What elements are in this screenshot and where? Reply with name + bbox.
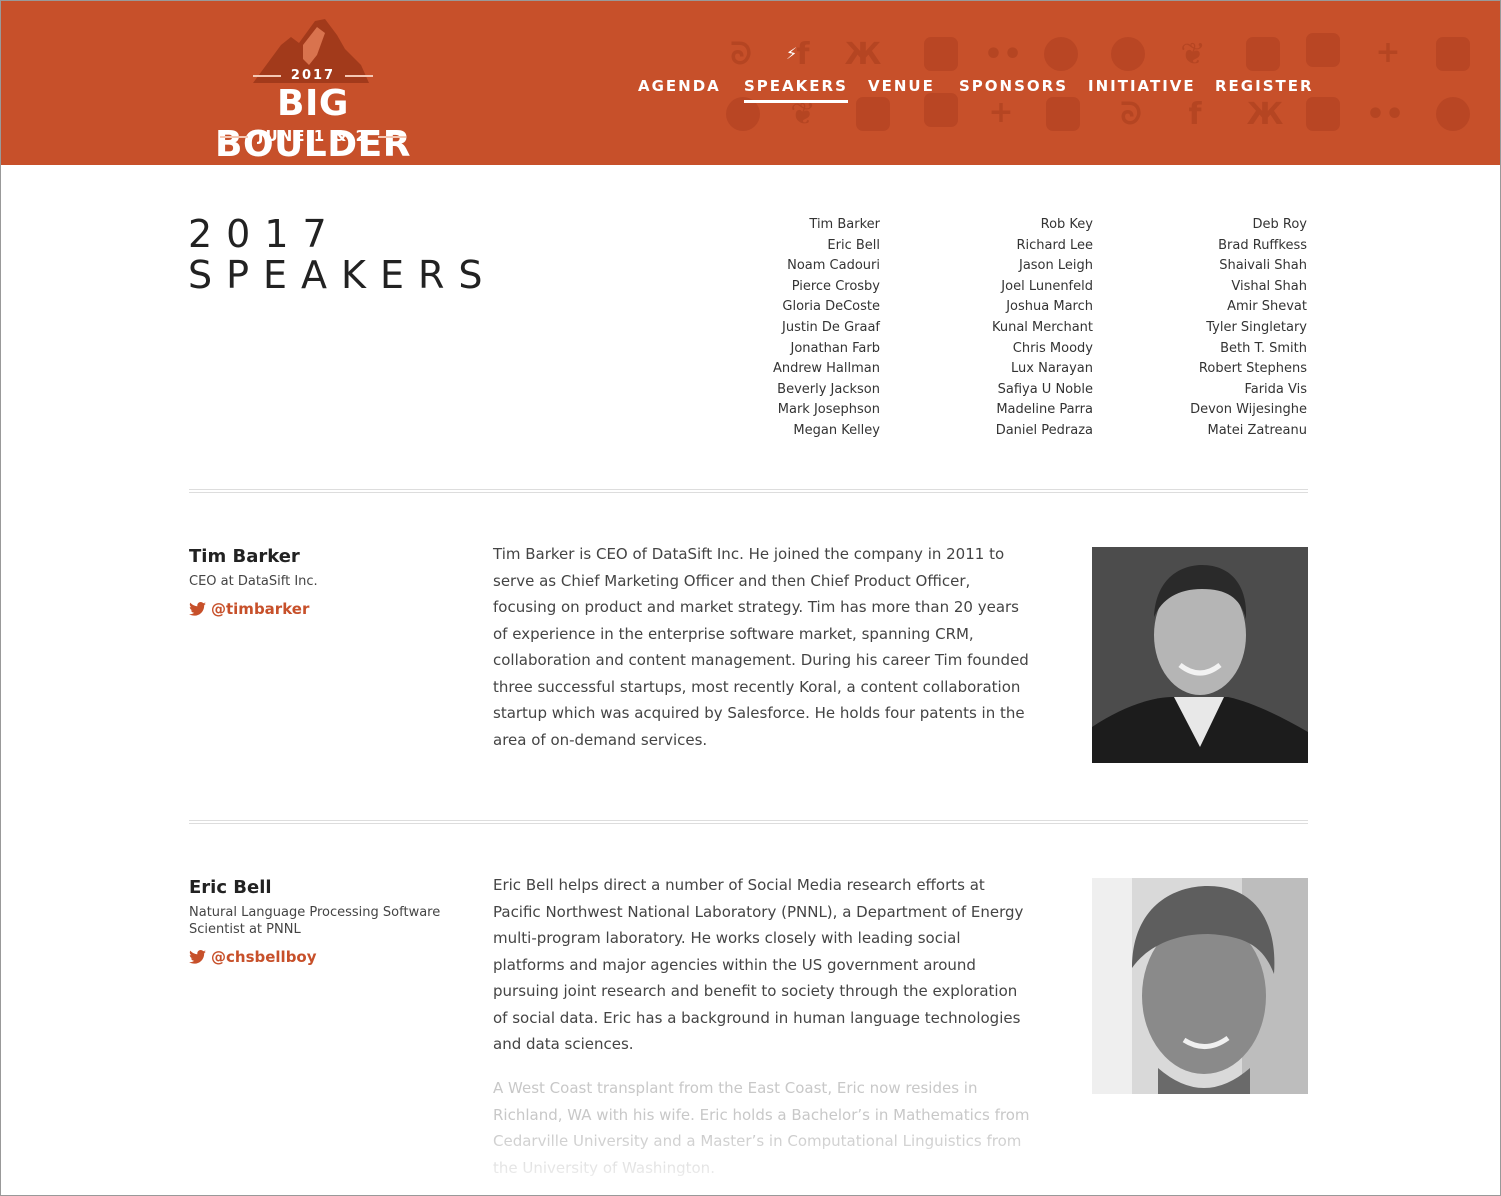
odnoklassniki-icon: Ж <box>1246 96 1284 132</box>
speaker-link[interactable]: Andrew Hallman <box>773 359 880 380</box>
speaker-name: Eric Bell <box>189 877 272 898</box>
speaker-link[interactable]: Brad Ruffkess <box>1190 236 1307 257</box>
speaker-link[interactable]: Madeline Parra <box>992 400 1093 421</box>
section-divider <box>189 820 1308 824</box>
speaker-link[interactable]: Amir Shevat <box>1190 297 1307 318</box>
speaker-link[interactable]: Matei Zatreanu <box>1190 421 1308 442</box>
speaker-link[interactable]: Richard Lee <box>992 236 1093 257</box>
big-boulder-logo[interactable]: 2017 BIG BOULDER JUNE 1 & 2 <box>187 11 439 165</box>
speaker-link[interactable]: Safiya U Noble <box>992 380 1093 401</box>
speaker-link[interactable]: Beth T. Smith <box>1190 339 1307 360</box>
speaker-twitter-link[interactable]: @chsbellboy <box>189 948 317 966</box>
page-title-label: SPEAKERS <box>188 253 497 297</box>
speaker-link[interactable]: Joshua March <box>992 297 1093 318</box>
nav-speakers[interactable]: SPEAKERS <box>744 77 848 103</box>
speaker-link[interactable]: Kunal Merchant <box>992 318 1093 339</box>
flickr-icon: •• <box>1365 96 1405 132</box>
nav-register[interactable]: REGISTER <box>1215 77 1314 95</box>
speaker-link[interactable]: Jonathan Farb <box>773 339 880 360</box>
logo-title: BIG BOULDER <box>215 83 411 165</box>
speaker-twitter-link[interactable]: @timbarker <box>189 600 309 618</box>
speaker-link[interactable]: Lux Narayan <box>992 359 1093 380</box>
speaker-link[interactable]: Megan Kelley <box>773 421 880 442</box>
wordpress-icon <box>1436 97 1470 131</box>
speaker-link[interactable]: Justin De Graaf <box>773 318 880 339</box>
facebook-icon: f <box>1188 96 1202 132</box>
odnoklassniki-icon: Ж <box>844 36 882 72</box>
gnip-icon <box>1111 37 1145 71</box>
tumblr-icon <box>1436 37 1470 71</box>
speaker-link[interactable]: Chris Moody <box>992 339 1093 360</box>
youtube-icon <box>924 93 958 127</box>
speaker-role: CEO at DataSift Inc. <box>189 574 318 589</box>
delicious-icon <box>924 37 958 71</box>
twitter-icon <box>189 950 206 964</box>
speaker-link[interactable]: Rob Key <box>992 215 1093 236</box>
speaker-link[interactable]: Tim Barker <box>773 215 880 236</box>
stumbleupon-icon: ᘐ <box>730 36 752 72</box>
nav-initiative[interactable]: INITIATIVE <box>1088 77 1196 95</box>
section-divider <box>189 489 1308 493</box>
speaker-link[interactable]: Jason Leigh <box>992 256 1093 277</box>
stumbleupon-icon: ᘐ <box>1120 96 1142 132</box>
speaker-link[interactable]: Tyler Singletary <box>1190 318 1307 339</box>
plus-icon: + <box>1375 34 1401 70</box>
page-title: 2017 SPEAKERS <box>188 214 497 296</box>
speaker-index-column-2: Rob Key Richard Lee Jason Leigh Joel Lun… <box>992 215 1093 442</box>
delicious-icon <box>1306 97 1340 131</box>
speaker-link[interactable]: Mark Josephson <box>773 400 880 421</box>
nav-agenda[interactable]: AGENDA <box>638 77 721 95</box>
speaker-link[interactable]: Vishal Shah <box>1190 277 1307 298</box>
speaker-link[interactable]: Robert Stephens <box>1190 359 1307 380</box>
speaker-link[interactable]: Deb Roy <box>1190 215 1308 236</box>
flickr-icon: •• <box>983 36 1023 72</box>
speaker-twitter-handle: @timbarker <box>211 600 310 618</box>
speaker-link[interactable]: Shaivali Shah <box>1190 256 1307 277</box>
plus-icon: + <box>988 94 1014 130</box>
speaker-bio: Eric Bell helps direct a number of Socia… <box>493 876 1024 1053</box>
speaker-link[interactable]: Farida Vis <box>1190 380 1307 401</box>
speaker-index-column-1: Tim Barker Eric Bell Noam Cadouri Pierce… <box>773 215 880 442</box>
speaker-photo <box>1092 547 1308 763</box>
speaker-link[interactable]: Pierce Crosby <box>773 277 880 298</box>
tumblr-icon <box>1046 97 1080 131</box>
logo-year: 2017 <box>187 68 439 83</box>
speaker-link[interactable]: Gloria DeCoste <box>773 297 880 318</box>
logo-dates: JUNE 1 & 2 <box>187 127 439 145</box>
bio-fade-overlay <box>490 1130 1050 1190</box>
pinterest-icon <box>1246 37 1280 71</box>
speaker-link[interactable]: Noam Cadouri <box>773 256 880 277</box>
speaker-link[interactable]: Joel Lunenfeld <box>992 277 1093 298</box>
speaker-name: Tim Barker <box>189 546 300 567</box>
page-title-year: 2017 <box>188 212 341 256</box>
nav-venue[interactable]: VENUE <box>868 77 935 95</box>
speaker-twitter-handle: @chsbellboy <box>211 948 317 966</box>
site-header: ᘐ f Ж •• ❦ + ❦ + ᘐ f Ж •• 2017 BIG BOULD… <box>1 1 1500 165</box>
speaker-link[interactable]: Beverly Jackson <box>773 380 880 401</box>
nav-sponsors[interactable]: SPONSORS <box>959 77 1068 95</box>
speaker-link[interactable]: Daniel Pedraza <box>992 421 1093 442</box>
speaker-index-column-3: Deb Roy Brad Ruffkess Shaivali Shah Vish… <box>1190 215 1307 442</box>
lightning-bolt-icon: ⚡ <box>786 44 798 63</box>
twitter-icon <box>189 602 206 616</box>
speaker-link[interactable]: Eric Bell <box>773 236 880 257</box>
wordpress-icon <box>1044 37 1078 71</box>
speaker-link[interactable]: Devon Wijesinghe <box>1190 400 1307 421</box>
speaker-role: Natural Language Processing Software Sci… <box>189 905 441 937</box>
speaker-photo <box>1092 878 1308 1094</box>
twitter-icon: ❦ <box>1180 36 1206 72</box>
speaker-bio: Tim Barker is CEO of DataSift Inc. He jo… <box>493 545 1029 749</box>
youtube-icon <box>1306 33 1340 67</box>
pinterest-icon <box>856 97 890 131</box>
